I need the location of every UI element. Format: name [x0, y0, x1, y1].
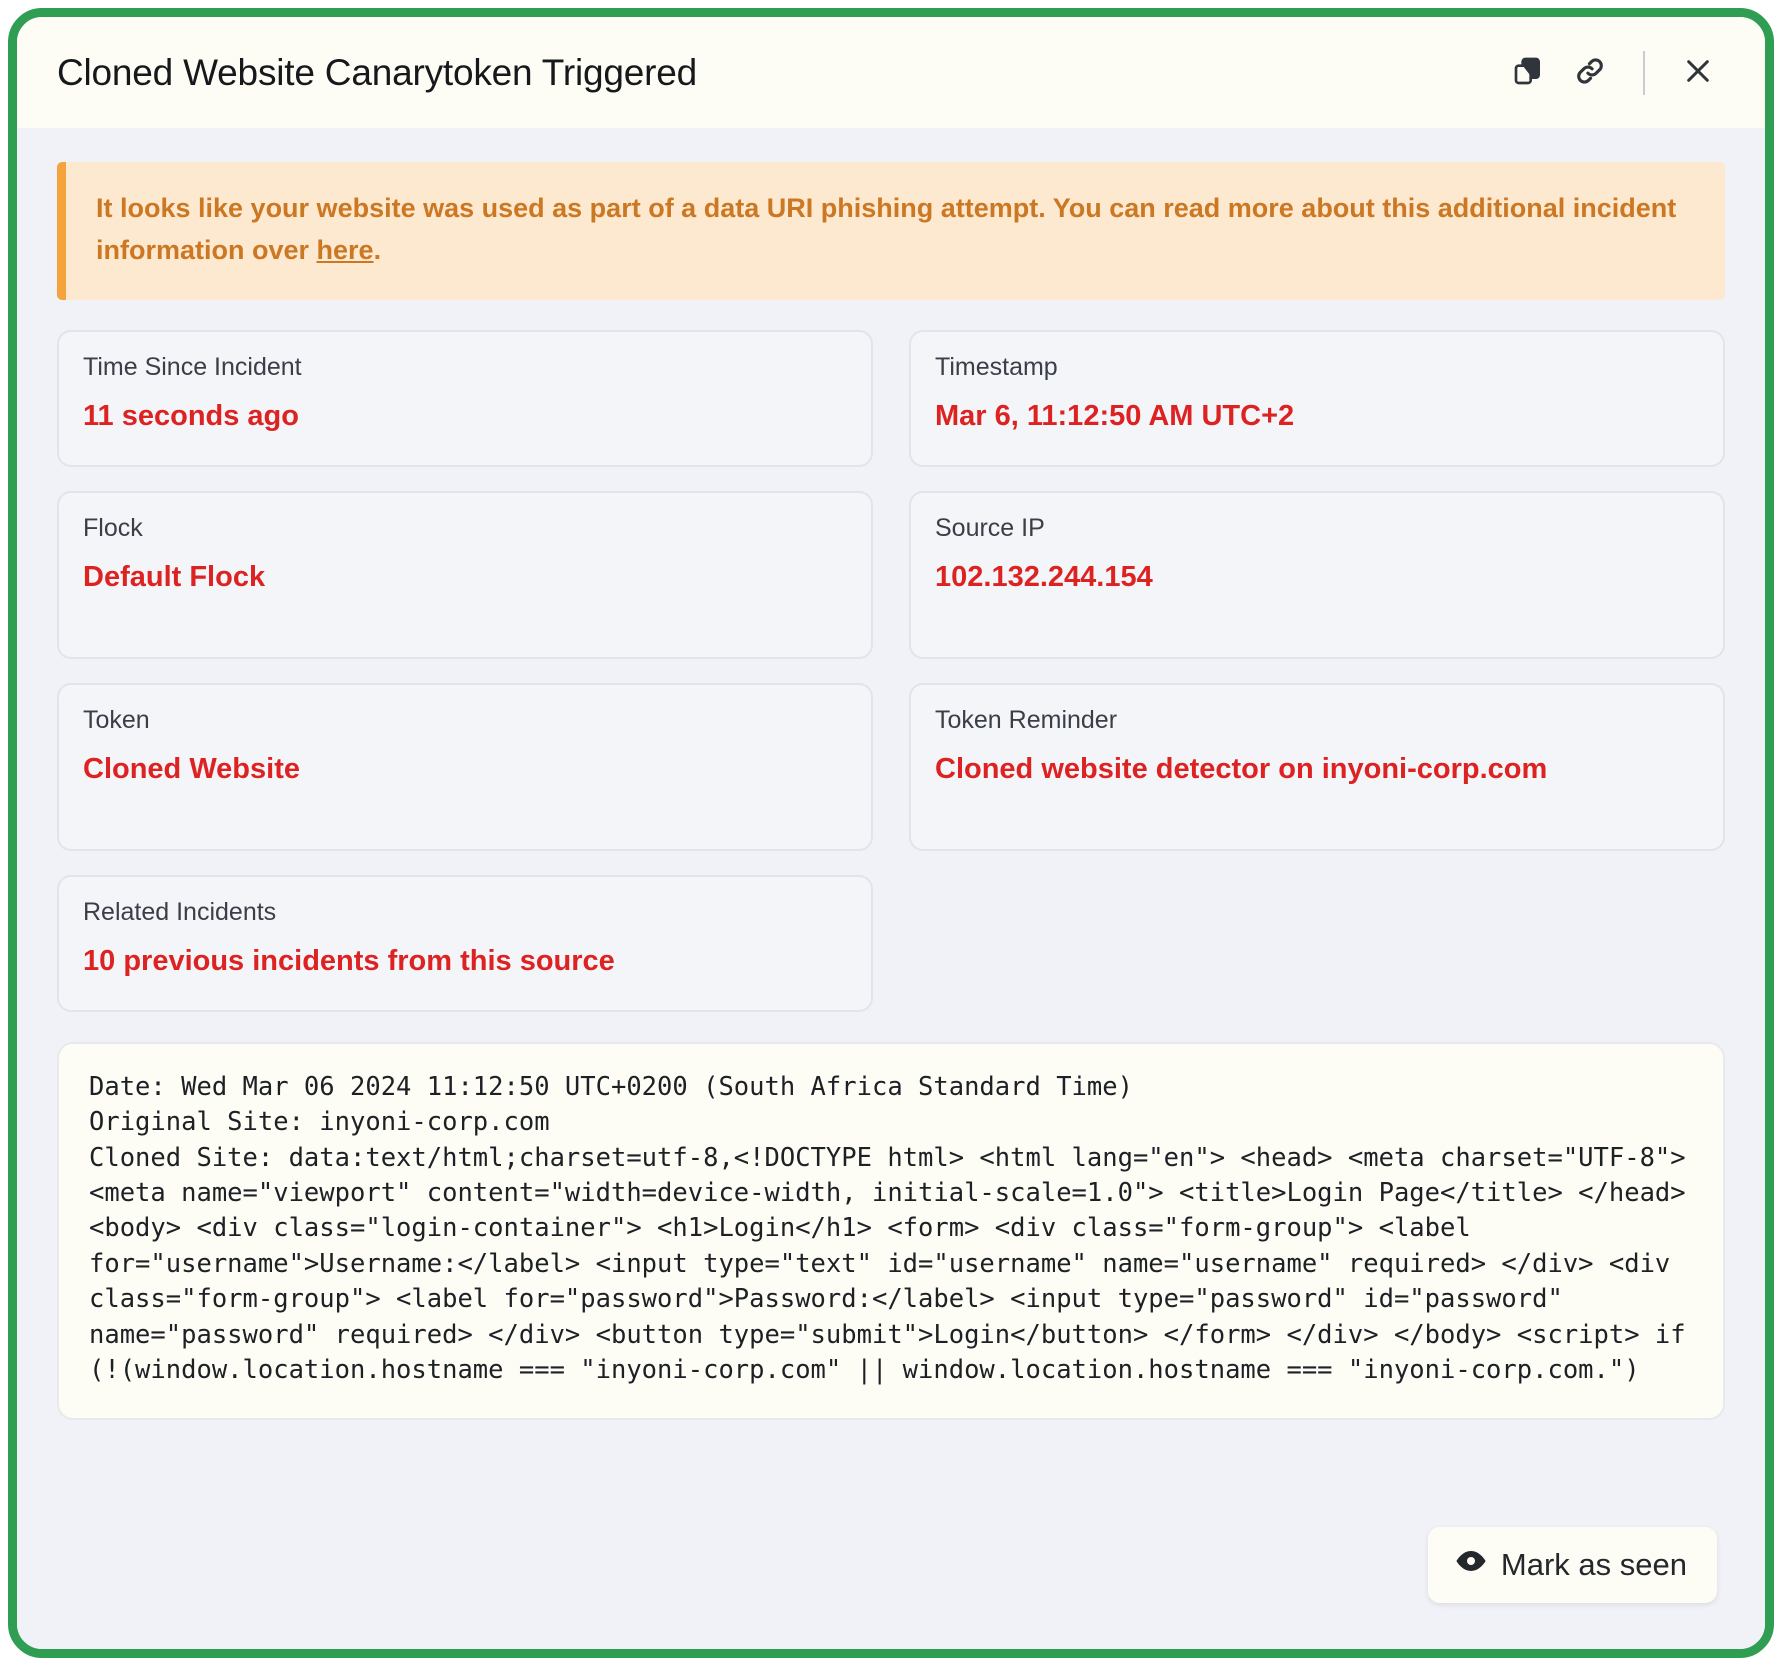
mark-as-seen-button[interactable]: Mark as seen	[1427, 1527, 1717, 1603]
close-button[interactable]	[1667, 42, 1729, 104]
info-value: Default Flock	[83, 561, 266, 594]
info-card-time-since-incident: Time Since Incident 11 seconds ago	[57, 329, 873, 467]
incident-details-grid: Time Since Incident 11 seconds ago Times…	[57, 329, 1725, 1012]
info-value: Mar 6, 11:12:50 AM UTC+2	[935, 400, 1295, 433]
info-card-timestamp: Timestamp Mar 6, 11:12:50 AM UTC+2	[909, 329, 1725, 467]
close-icon	[1682, 55, 1714, 90]
info-value: Cloned website detector on inyoni-corp.c…	[935, 753, 1548, 786]
info-card-source-ip: Source IP 102.132.244.154	[909, 490, 1725, 659]
info-value: 102.132.244.154	[935, 561, 1153, 594]
info-value: Cloned Website	[83, 753, 300, 786]
info-label: Related Incidents	[83, 897, 277, 926]
copy-icon	[1512, 55, 1544, 90]
header-divider	[1643, 50, 1645, 95]
incident-raw-details-text: Date: Wed Mar 06 2024 11:12:50 UTC+0200 …	[89, 1071, 1686, 1386]
eye-icon	[1456, 1546, 1486, 1584]
info-value: 11 seconds ago	[83, 400, 299, 433]
incident-raw-details-panel[interactable]: Date: Wed Mar 06 2024 11:12:50 UTC+0200 …	[57, 1041, 1725, 1420]
info-card-flock: Flock Default Flock	[57, 490, 873, 659]
info-card-related-incidents: Related Incidents 10 previous incidents …	[57, 874, 873, 1012]
dialog-body: It looks like your website was used as p…	[17, 128, 1765, 1503]
copy-link-button[interactable]	[1559, 42, 1621, 104]
link-icon	[1573, 54, 1607, 91]
copy-button[interactable]	[1497, 42, 1559, 104]
dialog-footer: Mark as seen	[17, 1503, 1765, 1649]
alert-message: It looks like your website was used as p…	[96, 188, 1693, 272]
header-actions	[1497, 42, 1729, 104]
phishing-alert-banner: It looks like your website was used as p…	[57, 162, 1725, 300]
info-label: Timestamp	[935, 352, 1058, 381]
info-label: Token Reminder	[935, 705, 1118, 734]
dialog-header: Cloned Website Canarytoken Triggered	[17, 17, 1765, 128]
info-label: Token	[83, 705, 150, 734]
page-title: Cloned Website Canarytoken Triggered	[57, 51, 697, 93]
info-value: 10 previous incidents from this source	[83, 945, 615, 978]
info-label: Source IP	[935, 513, 1045, 542]
info-label: Time Since Incident	[83, 352, 302, 381]
alert-text-after: .	[373, 234, 382, 265]
info-card-token: Token Cloned Website	[57, 682, 873, 851]
alert-dialog: Cloned Website Canarytoken Triggered It …	[8, 8, 1774, 1658]
info-label: Flock	[83, 513, 143, 542]
alert-here-link[interactable]: here	[317, 235, 374, 265]
info-card-token-reminder: Token Reminder Cloned website detector o…	[909, 682, 1725, 851]
mark-as-seen-label: Mark as seen	[1500, 1547, 1687, 1582]
